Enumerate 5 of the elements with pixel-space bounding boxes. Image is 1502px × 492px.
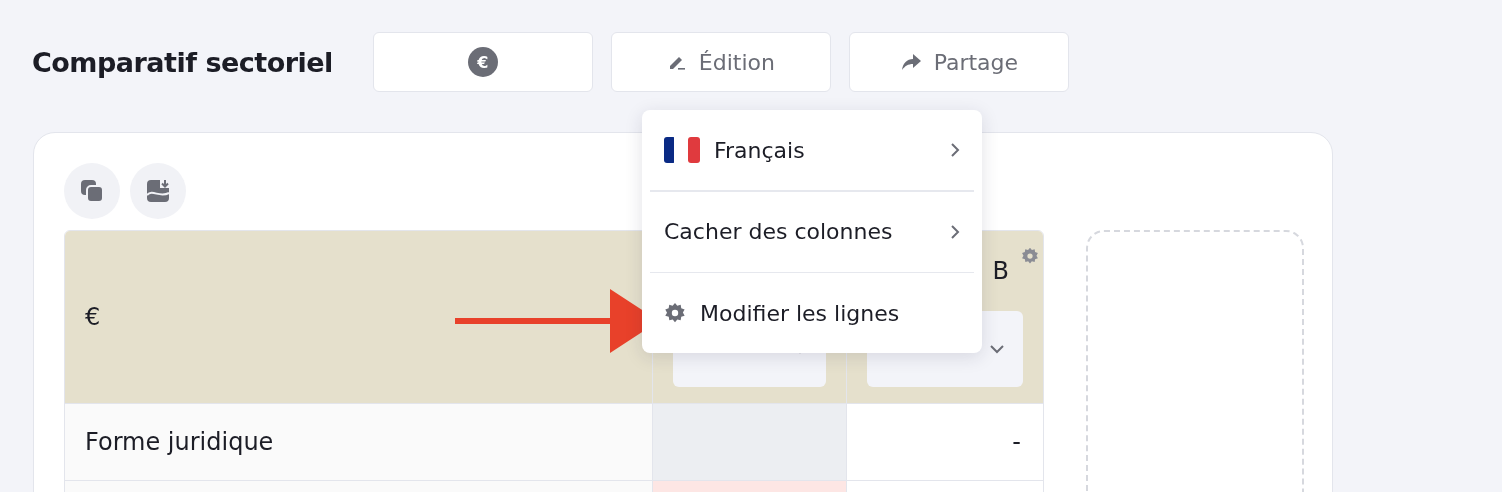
column-heading: B [992,257,1009,285]
row-label-cell: Forme juridique [65,404,652,480]
euro-icon: € [467,47,498,77]
column-heading: € [84,303,101,331]
page-title: Comparatif sectoriel [32,46,333,78]
